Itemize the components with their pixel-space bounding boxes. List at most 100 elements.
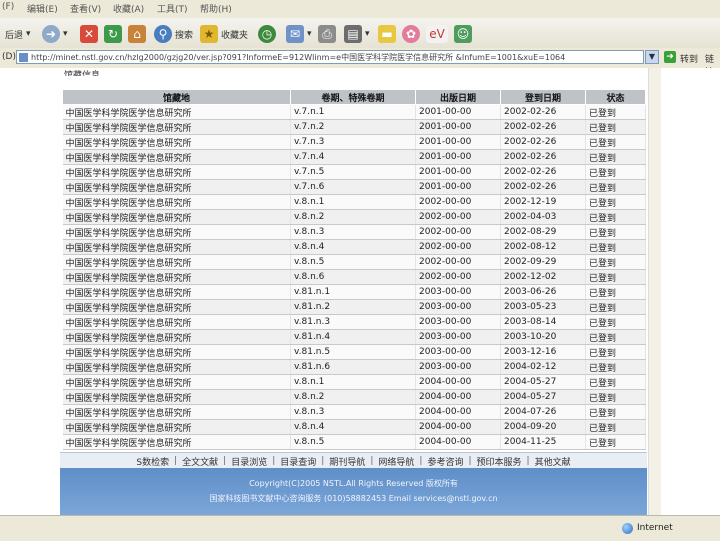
people-icon: ☺ [454,25,472,43]
menu-bar: (F) 编辑(E) 查看(V) 收藏(A) 工具(T) 帮助(H) [0,0,720,19]
browser-toolbar: 后退 ▾ ➜ ▾ ✕ ↻ ⌂ ⚲ 搜索 ★ 收藏夹 ◷ ✉ ▾ ⎙ ▤ ▾ ▬ … [0,18,720,49]
search-label: 搜索 [175,30,194,41]
cell-arrival-date: 2003-05-23 [500,299,586,315]
edit-page-icon: ▤ [344,25,362,43]
cell-volume: v.7.n.4 [290,149,416,165]
cell-location: 中国医学科学院医学信息研究所 [62,314,291,330]
contacts-button[interactable]: ☺ [454,23,472,45]
menu-favorites[interactable]: 收藏(A) [113,2,144,15]
cell-volume: v.8.n.5 [290,434,416,450]
column-header-status[interactable]: 状态 [585,89,646,105]
home-icon: ⌂ [128,25,146,43]
cell-location: 中国医学科学院医学信息研究所 [62,104,291,120]
cell-arrival-date: 2002-09-29 [500,254,586,270]
page-content: 馆藏信息 馆藏地 卷期、特殊卷期 出版日期 登到日期 状态 中国医学科学院医学信… [60,68,647,515]
column-header-location[interactable]: 馆藏地 [62,89,291,105]
cell-status: 已登到 [585,359,646,375]
footer-link-network[interactable]: 网络导航 [374,455,418,468]
back-button[interactable]: 后退 ▾ [2,23,31,45]
cell-arrival-date: 2003-06-26 [500,284,586,300]
cell-volume: v.8.n.6 [290,269,416,285]
cell-status: 已登到 [585,119,646,135]
cell-status: 已登到 [585,164,646,180]
table-body: 中国医学科学院医学信息研究所 v.7.n.1 2001-00-00 2002-02-2… [62,104,646,450]
print-button[interactable]: ⎙ [318,23,336,45]
refresh-icon: ↻ [104,25,122,43]
footer-link-preprint[interactable]: 预印本服务 [473,455,526,468]
table-row: 中国医学科学院医学信息研究所 v.8.n.1 2002-00-00 2002-12-1… [62,194,646,210]
back-dropdown-icon[interactable]: ▾ [26,29,31,39]
addon-button[interactable]: eV [426,23,448,45]
cell-publish-date: 2002-00-00 [415,209,501,225]
contact-text: 国家科技图书文献中心咨询服务 (010)58882453 Email servi… [209,494,498,503]
page-viewport: 馆藏信息 馆藏地 卷期、特殊卷期 出版日期 登到日期 状态 中国医学科学院医学信… [0,68,720,515]
discuss-button[interactable]: ▬ [378,23,396,45]
cell-publish-date: 2001-00-00 [415,119,501,135]
cell-location: 中国医学科学院医学信息研究所 [62,119,291,135]
search-button[interactable]: ⚲ 搜索 [154,23,193,45]
address-dropdown-icon[interactable]: ▼ [645,50,659,64]
footer-link-journals[interactable]: 期刊导航 [325,455,369,468]
footer-link-reference[interactable]: 参考咨询 [423,455,467,468]
mail-dropdown-icon[interactable]: ▾ [307,29,312,39]
cell-arrival-date: 2002-02-26 [500,179,586,195]
history-button[interactable]: ◷ [258,23,276,45]
page-footer: Copyright(C)2005 NSTL.All Rights Reserve… [60,468,647,515]
status-bar: Internet [0,515,720,541]
footer-link-search[interactable]: S数检索 [132,455,173,468]
menu-edit[interactable]: 编辑(E) [27,2,58,15]
favorites-label: 收藏夹 [221,30,249,41]
cell-publish-date: 2002-00-00 [415,254,501,270]
menu-help[interactable]: 帮助(H) [200,2,232,15]
forward-button[interactable]: ➜ ▾ [42,23,68,45]
table-row: 中国医学科学院医学信息研究所 v.81.n.2 2003-00-00 2003-05-… [62,299,646,315]
cell-publish-date: 2004-00-00 [415,374,501,390]
cell-status: 已登到 [585,434,646,450]
cell-status: 已登到 [585,344,646,360]
edit-dropdown-icon[interactable]: ▾ [365,29,370,39]
forward-dropdown-icon[interactable]: ▾ [63,29,68,39]
cell-location: 中国医学科学院医学信息研究所 [62,164,291,180]
footer-link-browse[interactable]: 目录浏览 [227,455,271,468]
home-button[interactable]: ⌂ [128,23,146,45]
footer-link-other[interactable]: 其他文献 [531,455,575,468]
mail-button[interactable]: ✉ ▾ [286,23,312,45]
cell-arrival-date: 2004-05-27 [500,374,586,390]
stop-button[interactable]: ✕ [80,23,98,45]
table-row: 中国医学科学院医学信息研究所 v.7.n.1 2001-00-00 2002-02-2… [62,104,646,120]
cell-arrival-date: 2004-09-20 [500,419,586,435]
column-header-arrival-date[interactable]: 登到日期 [500,89,586,105]
favorites-button[interactable]: ★ 收藏夹 [200,23,248,45]
go-arrow-icon[interactable]: ➜ [664,51,676,63]
cell-location: 中国医学科学院医学信息研究所 [62,299,291,315]
cell-arrival-date: 2002-12-19 [500,194,586,210]
cell-arrival-date: 2002-08-12 [500,239,586,255]
edit-button[interactable]: ▤ ▾ [344,23,370,45]
cell-location: 中国医学科学院医学信息研究所 [62,134,291,150]
menu-view[interactable]: 查看(V) [70,2,101,15]
table-row: 中国医学科学院医学信息研究所 v.81.n.3 2003-00-00 2003-08-… [62,314,646,330]
refresh-button[interactable]: ↻ [104,23,122,45]
menu-tools[interactable]: 工具(T) [157,2,188,15]
menu-file[interactable]: (F) [2,2,14,12]
cell-publish-date: 2003-00-00 [415,314,501,330]
star-icon: ★ [200,25,218,43]
cell-publish-date: 2001-00-00 [415,164,501,180]
footer-link-fulltext[interactable]: 全文文献 [178,455,222,468]
address-input[interactable]: http://minet.nstl.gov.cn/hzlg2000/gzjg20… [16,50,644,64]
footer-link-query[interactable]: 目录查询 [276,455,320,468]
cell-arrival-date: 2002-02-26 [500,134,586,150]
messenger-button[interactable]: ✿ [402,23,420,45]
column-header-publish-date[interactable]: 出版日期 [415,89,501,105]
go-button[interactable]: 转到 [680,52,698,65]
column-header-volume[interactable]: 卷期、特殊卷期 [290,89,416,105]
holdings-table: 馆藏地 卷期、特殊卷期 出版日期 登到日期 状态 中国医学科学院医学信息研究所 v… [62,89,646,450]
cell-arrival-date: 2004-02-12 [500,359,586,375]
cell-status: 已登到 [585,179,646,195]
cell-volume: v.8.n.4 [290,239,416,255]
cell-publish-date: 2003-00-00 [415,359,501,375]
cell-publish-date: 2004-00-00 [415,434,501,450]
vertical-scrollbar[interactable] [648,68,661,515]
cell-volume: v.7.n.5 [290,164,416,180]
print-icon: ⎙ [318,25,336,43]
